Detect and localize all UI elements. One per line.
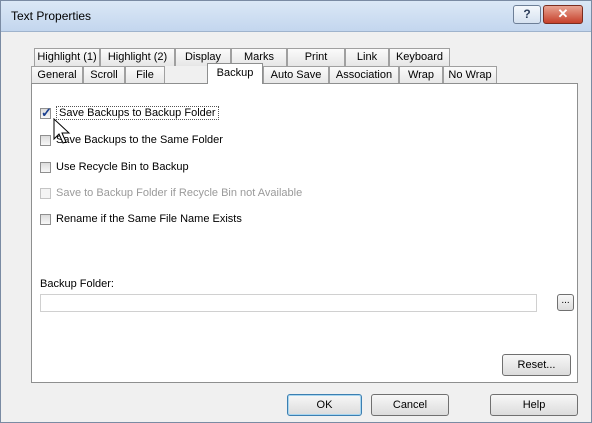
tab-highlight-1[interactable]: Highlight (1) — [34, 48, 100, 66]
question-icon: ? — [523, 7, 531, 21]
tab-wrap[interactable]: Wrap — [399, 66, 443, 84]
text-properties-dialog: Text Properties ? ✕ Highlight (1) Highli… — [0, 0, 592, 423]
backup-folder-input[interactable] — [40, 294, 537, 312]
option-label: Save Backups to the Same Folder — [56, 134, 223, 146]
close-icon: ✕ — [557, 6, 569, 21]
help-title-button[interactable]: ? — [513, 5, 541, 24]
tab-auto-save[interactable]: Auto Save — [263, 66, 329, 84]
tab-file[interactable]: File — [125, 66, 165, 84]
browse-folder-button[interactable]: ... — [557, 294, 574, 311]
ok-button[interactable]: OK — [287, 394, 362, 416]
option-label: Save Backups to Backup Folder — [56, 106, 219, 120]
checkbox-icon[interactable] — [40, 161, 51, 173]
tab-highlight-2[interactable]: Highlight (2) — [100, 48, 175, 66]
tab-keyboard[interactable]: Keyboard — [389, 48, 450, 66]
tab-print[interactable]: Print — [287, 48, 345, 66]
reset-button[interactable]: Reset... — [502, 354, 571, 376]
tab-link[interactable]: Link — [345, 48, 389, 66]
option-label: Save to Backup Folder if Recycle Bin not… — [56, 187, 303, 199]
close-button[interactable]: ✕ — [543, 5, 583, 24]
tab-general[interactable]: General — [31, 66, 83, 84]
save-to-backup-folder-if-recycle-bin-unavailable-option: Save to Backup Folder if Recycle Bin not… — [40, 185, 302, 201]
use-recycle-bin-option[interactable]: Use Recycle Bin to Backup — [40, 159, 189, 175]
tab-backup[interactable]: Backup — [207, 63, 263, 84]
backup-folder-label: Backup Folder: — [40, 278, 114, 290]
rename-if-same-file-name-exists-option[interactable]: Rename if the Same File Name Exists — [40, 211, 242, 227]
dialog-title: Text Properties — [11, 9, 92, 23]
backup-tab-panel: Save Backups to Backup Folder Save Backu… — [31, 83, 578, 383]
checkbox-icon[interactable] — [40, 213, 51, 225]
mouse-cursor-icon — [53, 118, 71, 144]
title-bar: Text Properties ? ✕ — [1, 1, 591, 32]
option-label: Use Recycle Bin to Backup — [56, 161, 189, 173]
checkbox-icon[interactable] — [40, 134, 51, 146]
checkbox-checked-icon[interactable] — [40, 105, 52, 121]
help-button[interactable]: Help — [490, 394, 578, 416]
tab-no-wrap[interactable]: No Wrap — [443, 66, 497, 84]
checkbox-icon — [40, 187, 51, 199]
option-label: Rename if the Same File Name Exists — [56, 213, 242, 225]
tab-scroll[interactable]: Scroll — [83, 66, 125, 84]
cancel-button[interactable]: Cancel — [371, 394, 449, 416]
tab-association[interactable]: Association — [329, 66, 399, 84]
